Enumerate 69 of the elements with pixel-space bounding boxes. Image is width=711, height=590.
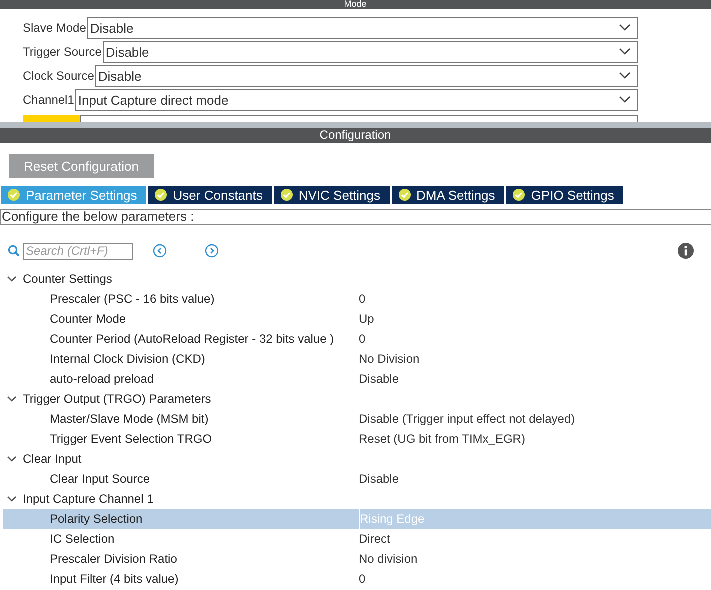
description-label: Configure the below parameters : [0, 209, 711, 225]
section-title: Configuration [320, 128, 392, 142]
parameter-label: Internal Clock Division (CKD) [49, 352, 206, 366]
search-icon [8, 245, 20, 257]
parameter-value: Disable [359, 471, 400, 488]
parameter-value: No Division [359, 351, 421, 368]
parameter-row[interactable]: Master/Slave Mode (MSM bit) Disable (Trigger input effect not delayed) [3, 409, 711, 429]
parameter-label: auto-reload preload [49, 372, 156, 386]
check-icon [513, 189, 526, 201]
check-icon [8, 189, 20, 201]
parameter-value: 0 [359, 571, 367, 588]
parameter-value: 0 [359, 331, 367, 348]
parameter-value: Reset (UG bit from TIMx_EGR) [359, 431, 526, 448]
chevron-down-icon[interactable] [7, 455, 17, 463]
parameter-row[interactable]: Counter Mode Up [3, 309, 711, 329]
check-icon [398, 189, 411, 201]
next-icon[interactable] [205, 244, 219, 258]
parameter-row[interactable]: Clear Input Source Disable [3, 469, 711, 489]
check-icon [280, 189, 293, 201]
chevron-down-icon[interactable] [7, 275, 17, 283]
search-field[interactable]: Search (Crtl+F) [23, 242, 133, 260]
field-label: Slave Mode [23, 21, 86, 35]
selected-parameter-row[interactable]: Polarity Selection Rising Edge [3, 509, 711, 529]
group-label[interactable]: Input Capture Channel 1 [23, 492, 154, 506]
parameter-row[interactable]: auto-reload preload Disable [3, 369, 711, 389]
parameter-row[interactable]: Prescaler (PSC - 16 bits value) 0 [3, 289, 711, 309]
select-field[interactable]: Disable [95, 65, 638, 87]
field-label: Clock Source [23, 69, 94, 83]
check-icon [155, 189, 168, 201]
parameter-row[interactable]: Prescaler Division Ratio No division [3, 549, 711, 569]
select-field[interactable]: Disable [102, 41, 638, 63]
parameter-value: Disable (Trigger input effect not delayed) [359, 411, 576, 428]
select-field[interactable]: Disable [87, 17, 638, 39]
select-field[interactable]: Input Capture direct mode [75, 89, 638, 111]
settings-tab[interactable]: User Constants [148, 186, 272, 204]
parameter-row[interactable]: Trigger Event Selection TRGO Reset (UG bit from TIMx_EGR) [3, 429, 711, 449]
parameter-row[interactable]: Internal Clock Division (CKD) No Division [3, 349, 711, 369]
parameter-value: Rising Edge [359, 509, 711, 529]
info-icon[interactable] [678, 243, 694, 259]
settings-tab[interactable]: DMA Settings [392, 186, 504, 204]
parameter-value: Up [359, 311, 376, 328]
settings-tab[interactable]: GPIO Settings [506, 186, 624, 204]
parameter-label: Prescaler (PSC - 16 bits value) [49, 292, 216, 306]
previous-icon[interactable] [153, 244, 167, 258]
parameter-label: Counter Mode [49, 312, 128, 326]
parameter-label: Prescaler Division Ratio [49, 552, 178, 566]
parameter-row[interactable]: Input Filter (4 bits value) 0 [3, 569, 711, 589]
parameter-row[interactable]: IC Selection Direct [3, 529, 711, 549]
parameter-value: Disable [359, 371, 400, 388]
parameter-label: Trigger Event Selection TRGO [49, 432, 214, 446]
chevron-down-icon[interactable] [7, 495, 17, 503]
settings-tab[interactable]: NVIC Settings [274, 186, 390, 204]
group-label[interactable]: Trigger Output (TRGO) Parameters [23, 392, 212, 406]
parameter-label: Clear Input Source [49, 472, 152, 486]
parameter-label: Master/Slave Mode (MSM bit) [49, 412, 210, 426]
parameter-value: Direct [359, 531, 392, 548]
parameter-label: IC Selection [49, 532, 116, 546]
section-title: Mode [344, 0, 367, 9]
parameter-label: Input Filter (4 bits value) [49, 572, 180, 586]
parameter-value: No division [359, 551, 419, 568]
parameter-value: 0 [359, 291, 367, 308]
parameter-row[interactable]: Counter Period (AutoReload Register - 32 bits value ) 0 [3, 329, 711, 349]
field-label: Channel1 [23, 93, 74, 107]
chevron-down-icon[interactable] [7, 395, 17, 403]
field-label: Trigger Source [23, 45, 102, 59]
parameter-label: Counter Period (AutoReload Register - 32 bits value ) [49, 332, 336, 346]
parameter-label: Polarity Selection [49, 512, 144, 526]
group-label[interactable]: Clear Input [23, 452, 82, 466]
group-label[interactable]: Counter Settings [23, 272, 112, 286]
